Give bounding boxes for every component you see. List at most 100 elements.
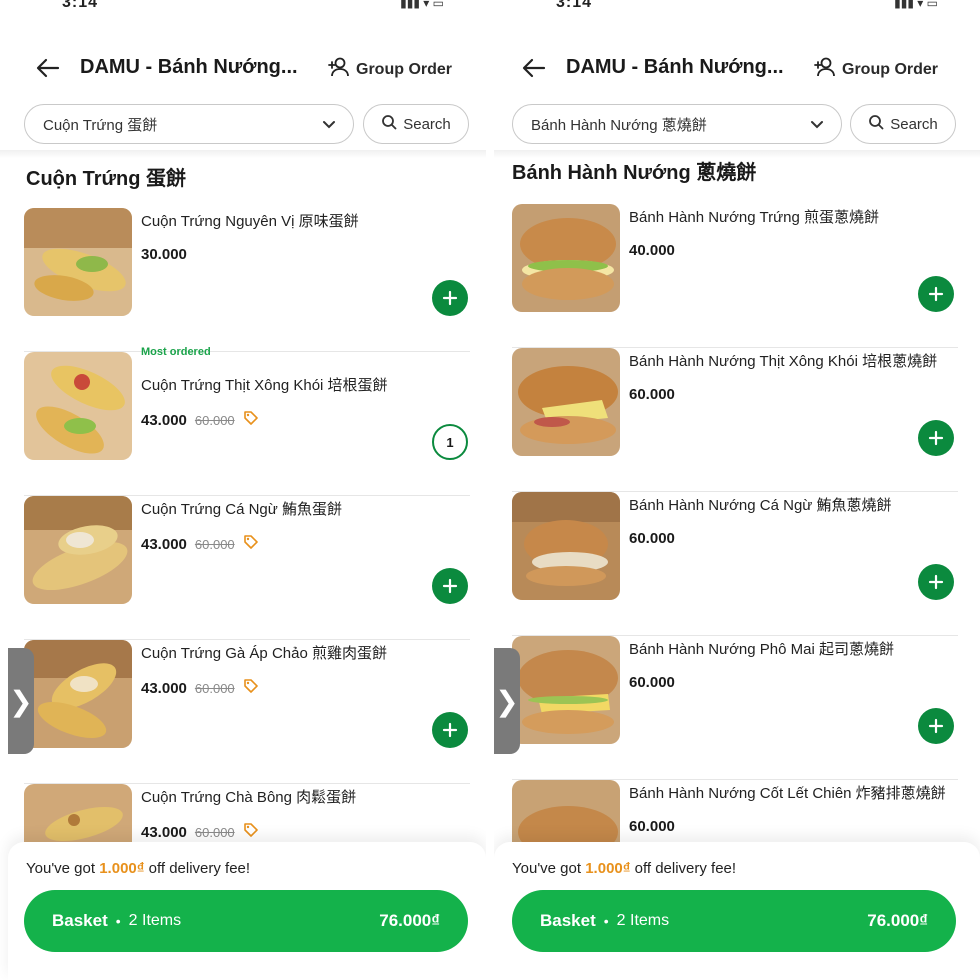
menu-item[interactable]: Bánh Hành Nướng Phô Mai 起司蔥燒餅 60.000 [512, 636, 958, 780]
side-tab-chevron-icon[interactable]: ❯ [8, 648, 34, 754]
add-item-button[interactable] [432, 712, 468, 748]
group-order-button[interactable]: Group Order [326, 56, 452, 83]
price-row: 43.000 60.000 [141, 410, 259, 431]
item-quantity-button[interactable]: 1 [432, 424, 468, 460]
group-order-label: Group Order [356, 60, 453, 78]
price-row: 43.000 60.000 [141, 534, 259, 555]
add-item-button[interactable] [918, 708, 954, 744]
menu-item[interactable]: Cuộn Trứng Gà Áp Chảo 煎雞肉蛋餅 43.000 60.00… [24, 640, 470, 784]
plus-icon [442, 290, 458, 306]
item-price: 60.000 [629, 530, 675, 547]
tag-icon [243, 678, 259, 699]
search-icon [868, 114, 884, 134]
promo-amount: 1.000₫ [99, 860, 145, 877]
filter-row: Cuộn Trứng 蛋餅 Search [0, 104, 486, 146]
item-image [512, 636, 620, 744]
item-name: Cuộn Trứng Thịt Xông Khói 培根蛋餅 [141, 377, 388, 394]
search-button[interactable]: Search [363, 104, 469, 144]
plus-icon [928, 430, 944, 446]
promo-prefix: You've got [26, 860, 100, 877]
price-row: 60.000 [629, 818, 675, 835]
side-tab-chevron-icon[interactable]: ❯ [494, 648, 520, 754]
menu-item[interactable]: Most ordered Cuộn Trứng Thịt Xông Khói 培… [24, 346, 470, 496]
restaurant-title: DAMU - Bánh Nướng... [80, 56, 298, 78]
item-name: Cuộn Trứng Gà Áp Chảo 煎雞肉蛋餅 [141, 645, 387, 662]
item-name: Cuộn Trứng Cá Ngừ 鮪魚蛋餅 [141, 501, 342, 518]
add-item-button[interactable] [432, 280, 468, 316]
group-order-label: Group Order [842, 60, 939, 78]
menu-item[interactable]: Cuộn Trứng Cá Ngừ 鮪魚蛋餅 43.000 60.000 [24, 496, 470, 640]
category-dropdown-value: Cuộn Trứng 蛋餅 [43, 116, 158, 134]
item-old-price: 60.000 [194, 537, 235, 552]
search-icon [381, 114, 397, 134]
tag-icon [243, 410, 259, 431]
search-label: Search [403, 115, 451, 133]
item-price: 60.000 [629, 674, 675, 691]
item-name: Bánh Hành Nướng Trứng 煎蛋蔥燒餅 [629, 209, 880, 226]
promo-amount: 1.000₫ [585, 860, 631, 877]
basket-count: 2 Items [616, 912, 670, 929]
basket-separator: • [115, 913, 121, 929]
menu-item[interactable]: Bánh Hành Nướng Trứng 煎蛋蔥燒餅 40.000 [512, 204, 958, 348]
promo-suffix: off delivery fee! [144, 860, 251, 877]
delivery-promo: You've got 1.000₫ off delivery fee! [26, 860, 250, 877]
restaurant-title: DAMU - Bánh Nướng... [566, 56, 784, 78]
search-button[interactable]: Search [850, 104, 956, 144]
section-title: Bánh Hành Nướng 蔥燒餅 [512, 162, 757, 184]
group-order-icon [812, 56, 836, 83]
search-label: Search [890, 115, 938, 133]
add-item-button[interactable] [918, 564, 954, 600]
add-item-button[interactable] [918, 276, 954, 312]
menu-item[interactable]: Bánh Hành Nướng Cá Ngừ 鮪魚蔥燒餅 60.000 [512, 492, 958, 636]
item-name: Cuộn Trứng Chà Bông 肉鬆蛋餅 [141, 789, 357, 806]
basket-separator: • [603, 913, 609, 929]
item-old-price: 60.000 [194, 681, 235, 696]
section-title: Cuộn Trứng 蛋餅 [26, 168, 187, 190]
basket-label: Basket [52, 911, 108, 930]
basket-count: 2 Items [128, 912, 182, 929]
item-name: Bánh Hành Nướng Cá Ngừ 鮪魚蔥燒餅 [629, 497, 892, 514]
filter-row: Bánh Hành Nướng 蔥燒餅 Search [494, 104, 980, 146]
group-order-button[interactable]: Group Order [812, 56, 938, 83]
menu-item[interactable]: Bánh Hành Nướng Thịt Xông Khói 培根蔥燒餅 60.… [512, 348, 958, 492]
plus-icon [442, 578, 458, 594]
chevron-down-icon [809, 116, 825, 136]
add-item-button[interactable] [432, 568, 468, 604]
header: DAMU - Bánh Nướng... Group Order [494, 48, 980, 88]
basket-sheet: You've got 1.000₫ off delivery fee! Bask… [494, 842, 980, 980]
promo-suffix: off delivery fee! [630, 860, 737, 877]
delivery-promo: You've got 1.000₫ off delivery fee! [512, 860, 736, 877]
menu-item[interactable]: Cuộn Trứng Nguyên Vị 原味蛋餅 30.000 [24, 208, 470, 352]
item-name: Cuộn Trứng Nguyên Vị 原味蛋餅 [141, 213, 359, 230]
status-bar: 3:14 ▮▮▮ ▾ ▭ [0, 0, 486, 14]
price-row: 60.000 [629, 530, 675, 547]
item-name: Bánh Hành Nướng Cốt Lết Chiên 炸豬排蔥燒餅 [629, 785, 946, 802]
category-dropdown[interactable]: Cuộn Trứng 蛋餅 [24, 104, 354, 144]
plus-icon [442, 722, 458, 738]
basket-total: 76.000₫ [379, 911, 440, 930]
item-image [24, 352, 132, 460]
plus-icon [928, 286, 944, 302]
item-image [512, 348, 620, 456]
group-order-icon [326, 56, 350, 83]
back-arrow-icon[interactable] [520, 54, 548, 82]
header: DAMU - Bánh Nướng... Group Order [0, 48, 486, 88]
item-price: 40.000 [629, 242, 675, 259]
item-image [512, 492, 620, 600]
basket-sheet: You've got 1.000₫ off delivery fee! Bask… [8, 842, 486, 980]
item-name: Bánh Hành Nướng Phô Mai 起司蔥燒餅 [629, 641, 894, 658]
price-row: 30.000 [141, 246, 187, 263]
price-row: 43.000 60.000 [141, 822, 259, 843]
status-bar: 3:14 ▮▮▮ ▾ ▭ [494, 0, 980, 14]
back-arrow-icon[interactable] [34, 54, 62, 82]
status-icons: ▮▮▮ ▾ ▭ [894, 0, 938, 10]
add-item-button[interactable] [918, 420, 954, 456]
basket-button[interactable]: Basket • 2 Items 76.000₫ [24, 890, 468, 952]
basket-button[interactable]: Basket • 2 Items 76.000₫ [512, 890, 956, 952]
item-image [24, 640, 132, 748]
price-row: 60.000 [629, 386, 675, 403]
item-name: Bánh Hành Nướng Thịt Xông Khói 培根蔥燒餅 [629, 353, 938, 370]
item-price: 43.000 [141, 680, 187, 697]
category-dropdown[interactable]: Bánh Hành Nướng 蔥燒餅 [512, 104, 842, 144]
item-price: 60.000 [629, 818, 675, 835]
